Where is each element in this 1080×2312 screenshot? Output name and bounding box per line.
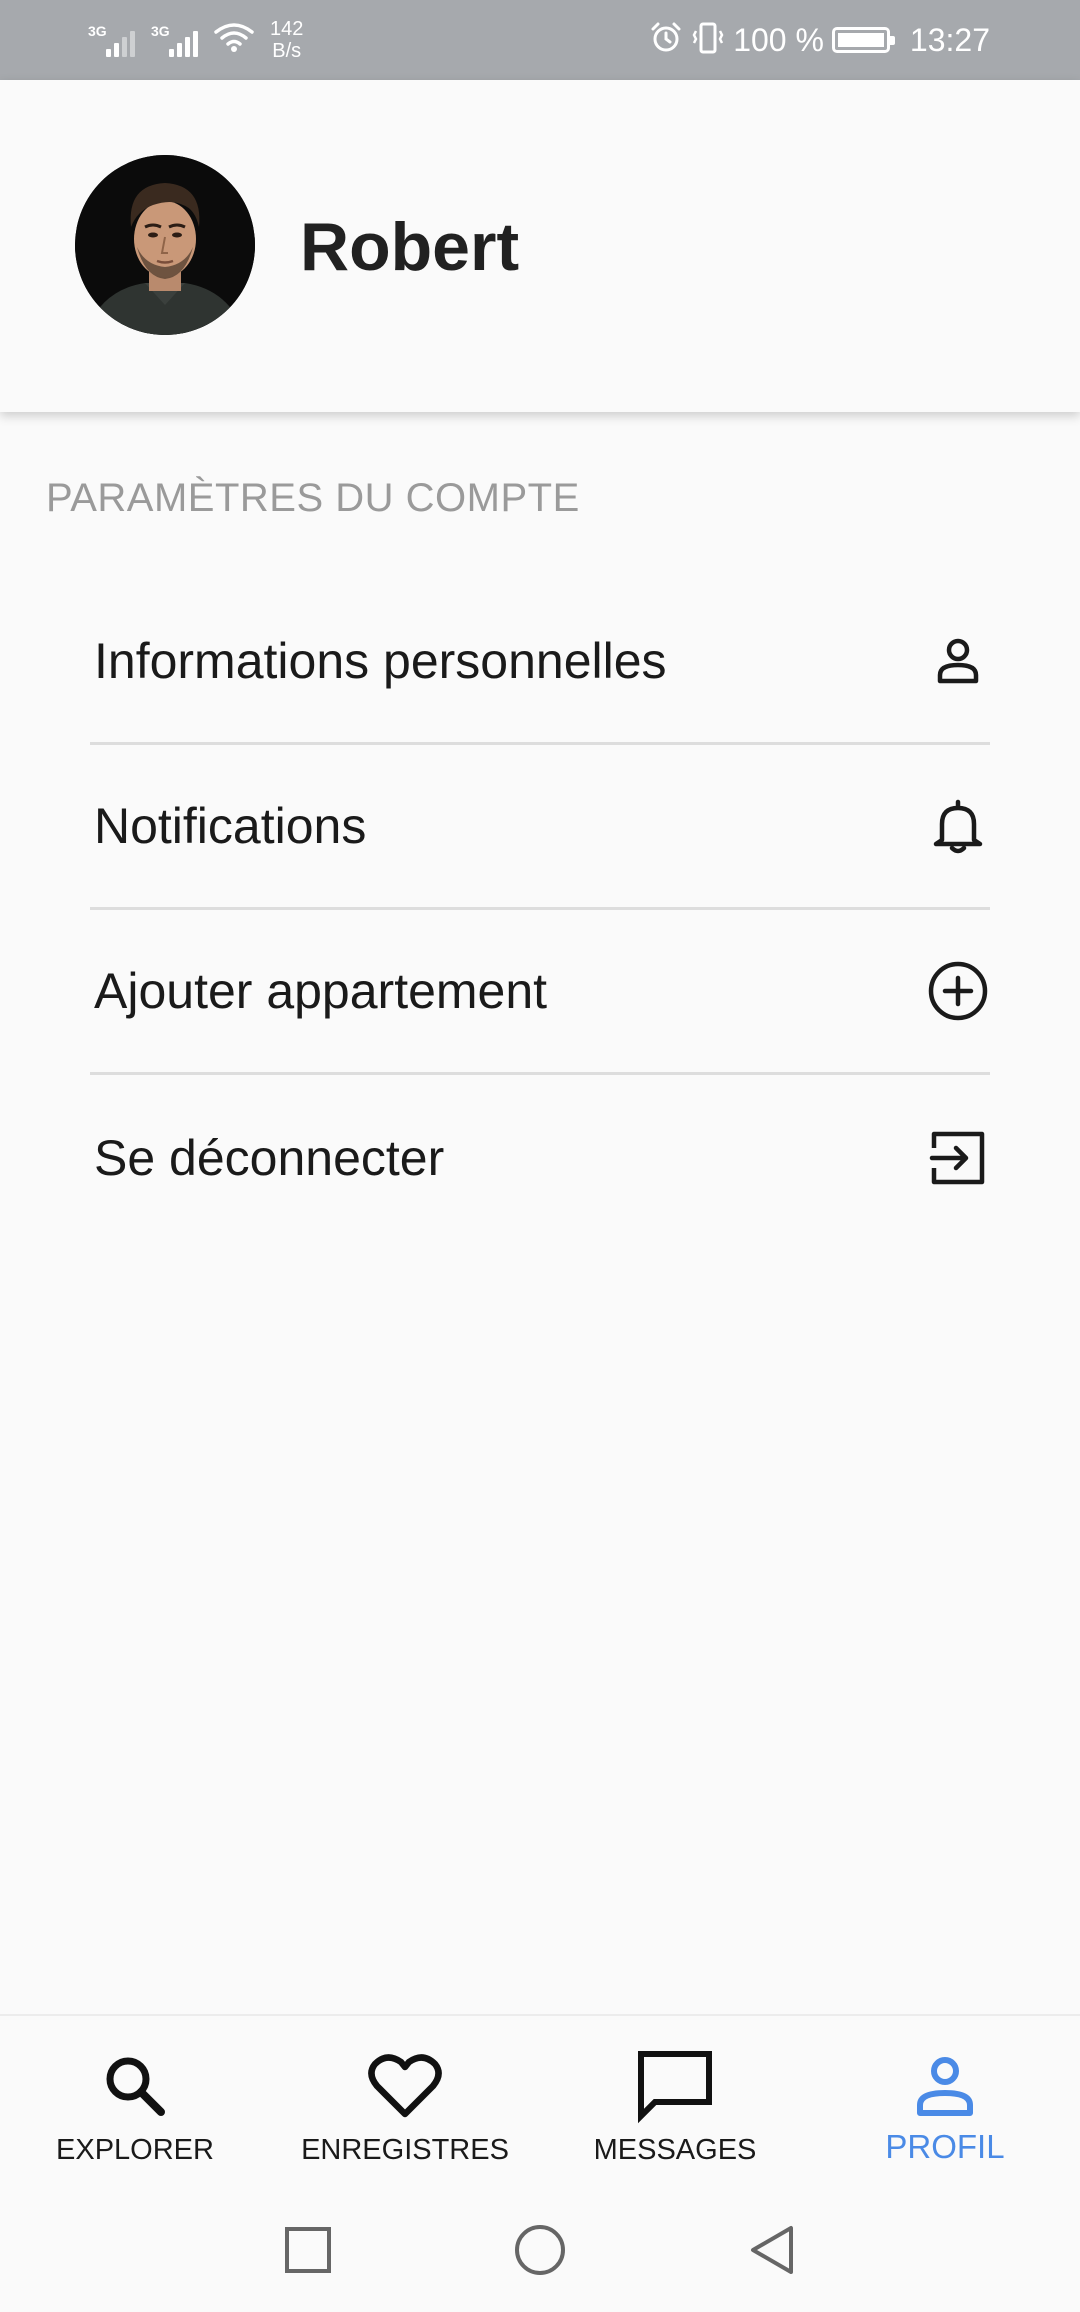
menu-item-label: Informations personnelles [94, 633, 667, 689]
menu-item-logout[interactable]: Se déconnecter [90, 1075, 990, 1240]
account-settings-list: Informations personnelles Notifications … [90, 580, 990, 1240]
back-button[interactable] [740, 2218, 804, 2282]
menu-item-label: Ajouter appartement [94, 963, 548, 1019]
section-title: PARAMÈTRES DU COMPTE [46, 476, 580, 520]
signal-icon-1: 3G [88, 23, 135, 57]
add-circle-icon [926, 959, 990, 1023]
person-icon [926, 629, 990, 693]
network-speed: 142 B/s [270, 18, 303, 62]
menu-item-label: Notifications [94, 798, 367, 854]
network-type-2: 3G [151, 23, 170, 39]
bottom-navigation: EXPLORER ENREGISTRES MESSAGES PROFIL [0, 2014, 1080, 2188]
clock: 13:27 [909, 21, 990, 58]
menu-item-notifications[interactable]: Notifications [90, 745, 990, 910]
bell-icon [926, 794, 990, 858]
menu-item-add-apartment[interactable]: Ajouter appartement [90, 910, 990, 1075]
status-bar: 3G 3G 142 B/s 100 % 13:27 [0, 0, 1080, 80]
status-bar-left: 3G 3G 142 B/s [88, 0, 303, 80]
heart-icon [365, 2046, 445, 2126]
search-icon [95, 2046, 175, 2126]
battery-icon [831, 27, 895, 53]
chat-icon [635, 2046, 715, 2126]
nav-explorer[interactable]: EXPLORER [0, 2016, 270, 2190]
signal-icon-2: 3G [151, 23, 198, 57]
nav-profile[interactable]: PROFIL [810, 2016, 1080, 2190]
menu-item-personal-info[interactable]: Informations personnelles [90, 580, 990, 745]
nav-label: ENREGISTRES [301, 2134, 509, 2166]
home-button[interactable] [508, 2218, 572, 2282]
wifi-icon [214, 22, 254, 59]
avatar[interactable] [75, 155, 255, 335]
profile-header: Robert [0, 80, 1080, 412]
menu-item-label: Se déconnecter [94, 1129, 445, 1186]
nav-label: MESSAGES [593, 2134, 757, 2166]
person-icon [905, 2046, 985, 2126]
nav-label: EXPLORER [56, 2134, 214, 2166]
battery-percent: 100 % [733, 21, 824, 58]
network-speed-unit: B/s [272, 40, 302, 62]
user-name: Robert [300, 209, 520, 285]
network-type-1: 3G [88, 23, 107, 39]
logout-icon [926, 1126, 990, 1190]
status-bar-right: 100 % 13:27 [649, 0, 990, 80]
alarm-icon [649, 21, 683, 60]
network-speed-value: 142 [270, 18, 304, 40]
system-navigation-bar [0, 2188, 1080, 2312]
nav-label: PROFIL [885, 2128, 1005, 2165]
recent-apps-button[interactable] [276, 2218, 340, 2282]
nav-saved[interactable]: ENREGISTRES [270, 2016, 540, 2190]
nav-messages[interactable]: MESSAGES [540, 2016, 810, 2190]
vibrate-icon [691, 21, 725, 60]
